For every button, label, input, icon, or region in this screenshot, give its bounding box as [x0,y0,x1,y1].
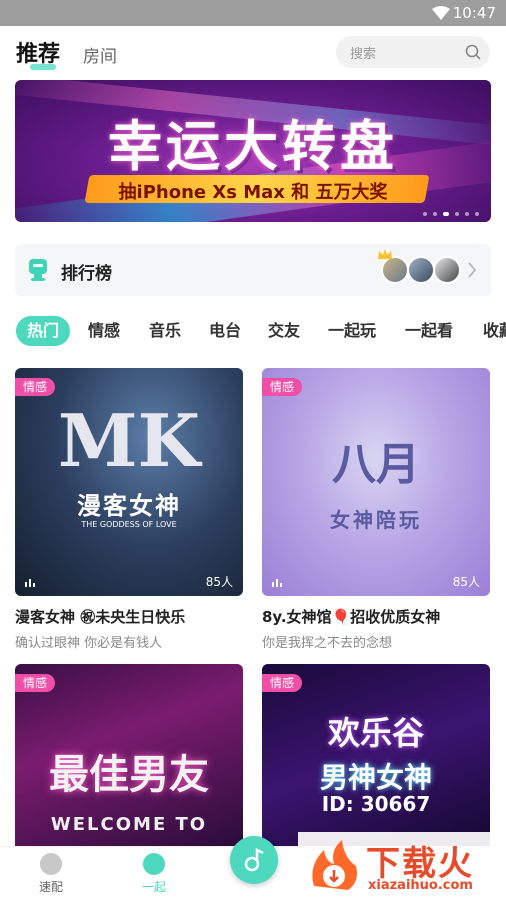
ranking-avatars [378,249,465,286]
audio-bars-icon [25,579,35,587]
top-nav: 推荐 房间 搜索 [0,26,506,80]
trophy-icon [29,259,47,281]
category-tab-radio[interactable]: 电台 [209,316,241,346]
status-bar: 10:47 [0,0,506,26]
room-cover: 欢乐谷 男神女神 ID: 30667 情感 [262,664,490,846]
room-cover: 八月 女神陪玩 情感 85人 [262,368,490,596]
status-time: 10:47 [452,4,496,22]
category-tab-dating[interactable]: 交友 [268,316,300,346]
pager-dot [423,212,427,216]
cover-art-title: 最佳男友 [49,752,209,798]
room-count: 85人 [452,575,480,589]
room-cover: 最佳男友 WELCOME TO 情感 [15,664,243,846]
room-title: 漫客女神 ㊗未央生日快乐 [15,608,186,626]
avatar [407,256,435,284]
room-title: 8y.女神馆🎈招收优质女神 [262,608,441,626]
match-icon [40,853,62,875]
pager-dot-active [443,212,449,216]
tab-room[interactable]: 房间 [83,42,117,67]
room-card[interactable]: 最佳男友 WELCOME TO 情感 [15,664,243,846]
music-note-icon [244,848,264,872]
chevron-right-icon [468,262,477,278]
cover-art-id: ID: 30667 [321,792,431,816]
room-cover: MK 漫客女神 THE GODDESS OF LOVE 情感 85人 [15,368,243,596]
room-count: 85人 [205,575,233,589]
bottom-tab-together[interactable]: 一起 [124,853,184,895]
ranking-row[interactable]: 排行榜 [15,244,491,296]
banner-pager [423,212,479,216]
category-tab-watch[interactable]: 一起看 [405,316,453,346]
cover-art-small: THE GODDESS OF LOVE [81,520,177,529]
promo-banner[interactable]: 幸运大转盘 抽iPhone Xs Max 和 五万大奖 [15,80,491,222]
tab-recommend[interactable]: 推荐 [16,36,60,68]
ranking-label: 排行榜 [61,264,112,284]
watermark: 下载火 xiazaihuo.com [298,832,506,900]
bottom-tab-label: 速配 [38,880,63,894]
music-fab-button[interactable] [230,836,278,884]
room-card[interactable]: 八月 女神陪玩 情感 85人 8y.女神馆🎈招收优质女神 你是我挥之不去的念想 [262,368,490,658]
avatar [381,256,409,284]
flame-logo-icon [312,840,357,890]
category-tab-hot[interactable]: 热门 [16,316,71,346]
bottom-tab-label: 一起 [141,880,166,894]
room-tag: 情感 [262,674,303,692]
category-tab-favorite[interactable]: 收藏 [483,316,506,346]
category-tab-emotion[interactable]: 情感 [88,316,120,346]
room-card[interactable]: MK 漫客女神 THE GODDESS OF LOVE 情感 85人 漫客女神 … [15,368,243,658]
category-tab-music[interactable]: 音乐 [149,316,181,346]
room-card[interactable]: 欢乐谷 男神女神 ID: 30667 情感 [262,664,490,846]
pager-dot [455,212,459,216]
pager-dot [475,212,479,216]
cover-art-big: MK [57,398,201,483]
room-desc: 你是我挥之不去的念想 [262,636,393,651]
crown-icon [378,249,392,259]
audio-bars-icon [272,579,282,587]
search-box[interactable]: 搜索 [336,36,490,68]
avatar [433,256,461,284]
bottom-tab-match[interactable]: 速配 [21,853,81,895]
search-icon[interactable] [465,44,481,60]
category-tabs: 热门 情感 音乐 电台 交友 一起玩 一起看 收藏 [0,316,506,348]
together-icon [143,853,165,875]
cover-art-subtitle: 男神女神 [319,761,432,794]
pager-dot [465,212,469,216]
cover-art-title: 漫客女神 [77,492,181,520]
cover-art-title: 欢乐谷 [327,714,424,752]
pager-dot [433,212,437,216]
room-tag: 情感 [262,378,303,396]
cover-art-subtitle: 女神陪玩 [330,508,422,532]
search-placeholder: 搜索 [350,47,377,62]
cover-art-subtitle: WELCOME TO [50,814,208,835]
watermark-url: xiazaihuo.com [368,878,473,893]
banner-title: 幸运大转盘 [108,115,398,178]
room-tag: 情感 [15,378,56,396]
category-tab-play[interactable]: 一起玩 [328,316,376,346]
room-tag: 情感 [15,674,56,692]
cover-art-title: 八月 [332,439,420,490]
banner-subtitle: 抽iPhone Xs Max 和 五万大奖 [118,182,388,203]
room-desc: 确认过眼神 你必是有钱人 [15,636,163,651]
wifi-icon [432,6,450,20]
